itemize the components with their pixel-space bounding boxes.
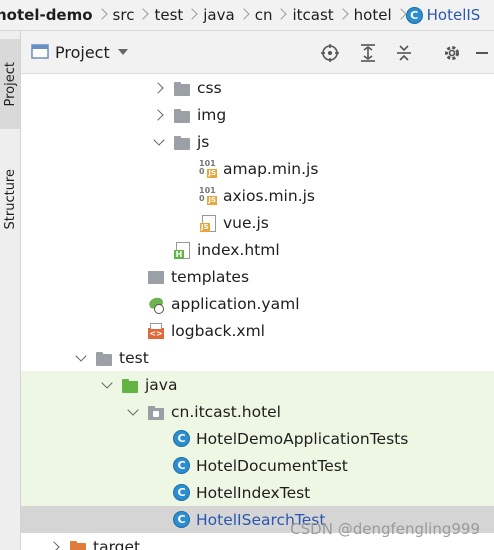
tree-item-label: application.yaml — [171, 294, 300, 313]
tree-item-label: img — [197, 105, 227, 124]
tree-item[interactable]: css — [21, 74, 494, 101]
project-window-icon — [31, 44, 49, 59]
tree-item-label: templates — [171, 267, 250, 286]
tree-item[interactable]: logback.xml — [21, 317, 494, 344]
project-tree: css img js 101 0 JS amap.min.js 101 0 JS axios.min… — [21, 74, 494, 550]
tree-item-label: js — [197, 132, 210, 151]
project-panel-header: Project — [21, 31, 494, 74]
html-file-icon: H — [173, 241, 191, 259]
tree-item[interactable]: application.yaml — [21, 290, 494, 317]
tree-item-label: HotelDemoApplicationTests — [196, 429, 409, 448]
tree-item[interactable]: C HotelIndexTest — [21, 479, 494, 506]
expand-all-icon[interactable] — [357, 42, 379, 64]
tree-item-label: axios.min.js — [223, 186, 316, 205]
tree-item[interactable]: 101 0 JS amap.min.js — [21, 155, 494, 182]
tree-item[interactable]: img — [21, 101, 494, 128]
breadcrumb-separator — [338, 0, 348, 30]
java-class-icon: C — [173, 484, 190, 501]
java-class-icon: C — [173, 430, 190, 447]
tree-item-label: java — [145, 375, 178, 394]
java-class-icon: C — [405, 6, 423, 24]
tree-item[interactable]: C HotelDemoApplicationTests — [21, 425, 494, 452]
chevron-down-icon[interactable] — [125, 398, 141, 425]
project-panel-title: Project — [55, 42, 110, 62]
gear-icon[interactable] — [441, 42, 463, 64]
minified-js-file-icon: 101 0 JS — [199, 185, 217, 205]
tree-item-label: index.html — [197, 240, 280, 259]
breadcrumb-itcast[interactable]: itcast — [286, 6, 337, 24]
breadcrumb: hotel-demo src test java cn itcast hotel… — [0, 0, 494, 31]
chevron-right-icon[interactable] — [151, 101, 167, 128]
breadcrumb-class[interactable]: C HotelIS — [405, 6, 485, 24]
tree-item[interactable]: 101 0 JS axios.min.js — [21, 182, 494, 209]
tool-window-stripe: Project Structure — [0, 31, 21, 550]
tree-item-label: logback.xml — [171, 321, 265, 340]
tree-item-label: HotelIndexTest — [196, 483, 311, 502]
collapse-all-icon[interactable] — [393, 42, 415, 64]
breadcrumb-java[interactable]: java — [197, 6, 238, 24]
breadcrumb-src[interactable]: src — [107, 6, 139, 24]
xml-file-icon — [147, 322, 165, 340]
minified-js-file-icon: 101 0 JS — [199, 158, 217, 178]
breadcrumb-separator — [97, 0, 107, 30]
package-icon — [147, 403, 165, 421]
tree-item-label: css — [197, 78, 222, 97]
tree-item-label: cn.itcast.hotel — [171, 402, 281, 421]
hide-panel-icon[interactable] — [471, 42, 493, 64]
breadcrumb-separator — [187, 0, 197, 30]
folder-icon — [173, 79, 191, 97]
yaml-file-icon — [147, 295, 165, 314]
structure-tool-tab[interactable]: Structure — [0, 159, 20, 239]
watermark: CSDN @dengfengling999 — [290, 520, 480, 538]
source-folder-icon — [121, 376, 139, 394]
chevron-down-icon[interactable] — [73, 344, 89, 371]
breadcrumb-project[interactable]: hotel-demo — [0, 6, 97, 24]
excluded-folder-icon — [69, 538, 87, 550]
folder-icon — [173, 133, 191, 151]
folder-icon — [147, 268, 165, 286]
chevron-down-icon[interactable] — [99, 371, 115, 398]
tree-item[interactable]: Hindex.html — [21, 236, 494, 263]
view-selector-chevron-down-icon[interactable] — [117, 49, 128, 55]
chevron-right-icon[interactable] — [151, 74, 167, 101]
project-tool-tab[interactable]: Project — [0, 39, 20, 129]
tree-item-label: target — [93, 537, 141, 550]
chevron-right-icon[interactable] — [47, 533, 63, 550]
tree-item[interactable]: JS vue.js — [21, 209, 494, 236]
js-file-icon: JS — [199, 214, 217, 232]
tree-item[interactable]: js — [21, 128, 494, 155]
breadcrumb-separator — [276, 0, 286, 30]
tree-item[interactable]: test — [21, 344, 494, 371]
breadcrumb-separator — [239, 0, 249, 30]
java-class-icon: C — [173, 511, 190, 528]
folder-icon — [95, 349, 113, 367]
locate-target-icon[interactable] — [319, 42, 341, 64]
tree-item-label: HotelDocumentTest — [196, 456, 348, 475]
tree-item[interactable]: templates — [21, 263, 494, 290]
folder-icon — [173, 106, 191, 124]
breadcrumb-test[interactable]: test — [148, 6, 187, 24]
breadcrumb-separator — [396, 0, 406, 30]
tree-item[interactable]: cn.itcast.hotel — [21, 398, 494, 425]
chevron-down-icon[interactable] — [151, 128, 167, 155]
project-panel: Project css img js 101 0 JS amap.min.js 101 0 JS a… — [21, 31, 494, 550]
tree-item-label: amap.min.js — [223, 159, 319, 178]
tree-item-label: vue.js — [223, 213, 269, 232]
breadcrumb-hotel[interactable]: hotel — [348, 6, 396, 24]
tree-item-label: test — [119, 348, 149, 367]
tree-item[interactable]: C HotelDocumentTest — [21, 452, 494, 479]
java-class-icon: C — [173, 457, 190, 474]
breadcrumb-separator — [138, 0, 148, 30]
tree-item[interactable]: java — [21, 371, 494, 398]
breadcrumb-cn[interactable]: cn — [249, 6, 277, 24]
